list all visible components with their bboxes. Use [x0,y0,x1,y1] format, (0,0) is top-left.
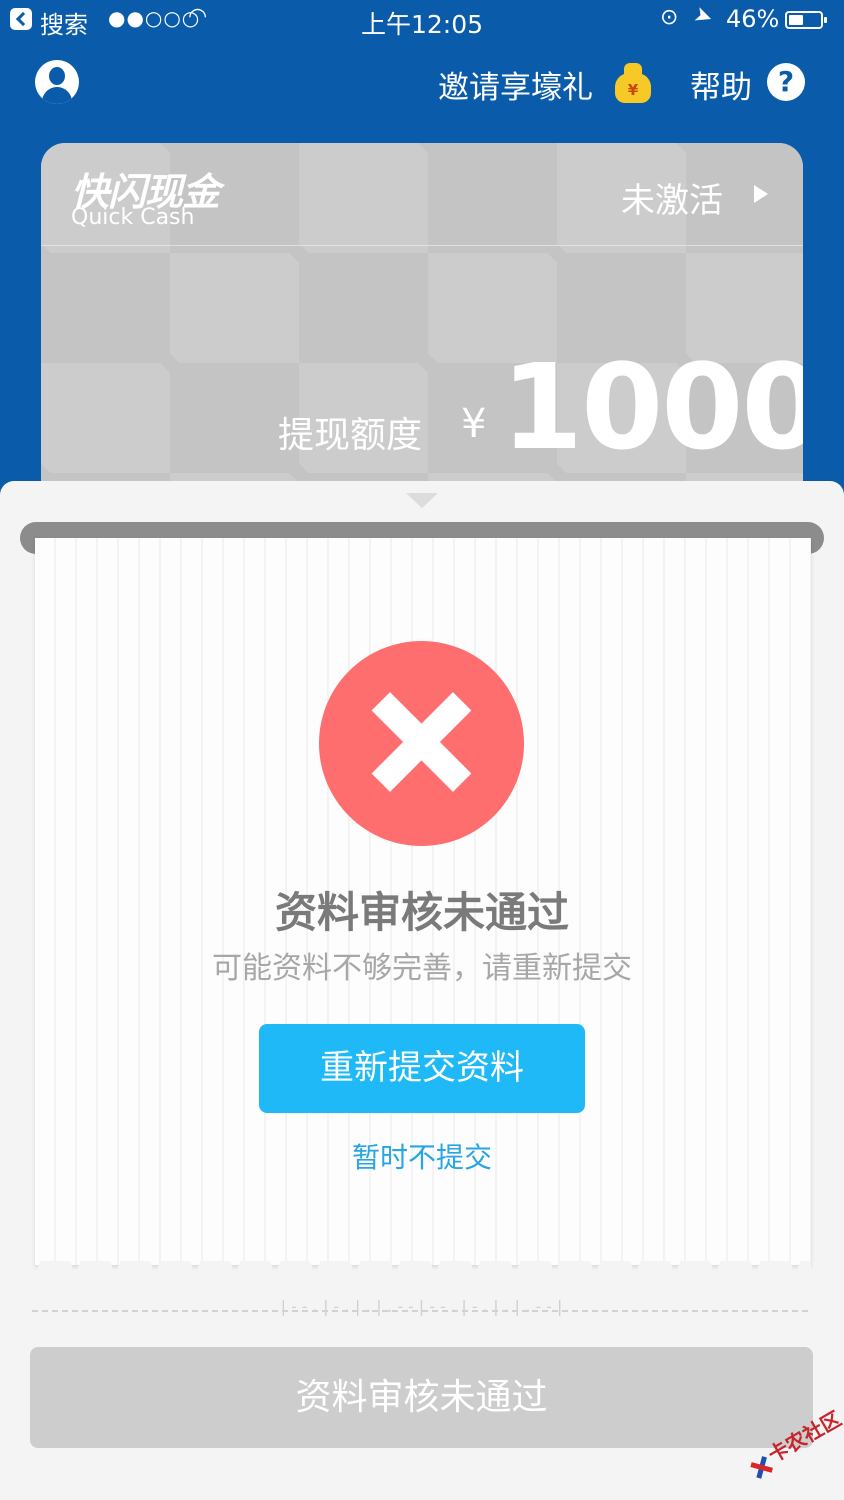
receipt-barcode: |--.|-.|.|.--|--.|-.|.|.--| [278,1297,566,1316]
battery-icon [785,11,827,29]
error-x-icon [319,641,524,846]
brand-logo-en: Quick Cash [71,205,195,230]
result-title: 资料审核未通过 [274,888,569,937]
activation-status-link[interactable]: 未激活 [621,173,723,222]
currency-symbol: ¥ [461,401,487,447]
card-divider [41,245,803,246]
money-bag-icon[interactable]: ¥ [614,63,652,103]
result-sheet: 资料审核未通过 可能资料不够完善，请重新提交 重新提交资料 暂时不提交 |--.… [0,481,844,1500]
receipt-scalloped-edge [35,1261,811,1289]
arrow-right-icon[interactable] [754,185,768,203]
invite-link[interactable]: 邀请享壕礼 [438,62,593,107]
review-failed-button: 资料审核未通过 [30,1347,813,1448]
resubmit-button[interactable]: 重新提交资料 [259,1024,585,1113]
cash-card: 快闪现金 Quick Cash 未激活 提现额度 ¥ 1000 [41,143,803,503]
help-question-icon[interactable]: ? [767,63,805,101]
help-link[interactable]: 帮助 [690,62,752,107]
result-subtitle: 可能资料不够完善，请重新提交 [212,951,632,986]
app-header: 邀请享壕礼 ¥ 帮助 ? [0,50,844,120]
watermark-text: 卡农社区 [763,1406,844,1468]
status-bar: 搜索 ●●○○○ ◠ 上午12:05 ⊙ ➤ 46% [0,0,844,42]
withdraw-limit-amount: 1000 [501,338,803,476]
money-bag-symbol: ¥ [627,81,639,99]
profile-avatar-icon[interactable] [35,60,79,104]
sheet-pointer-icon [406,493,438,508]
skip-submit-link[interactable]: 暂时不提交 [0,1136,844,1176]
battery-percent: 46% [726,5,780,33]
status-time: 上午12:05 [360,10,484,39]
withdraw-limit-label: 提现额度 [278,415,423,456]
rotation-lock-icon: ⊙ [660,5,679,30]
